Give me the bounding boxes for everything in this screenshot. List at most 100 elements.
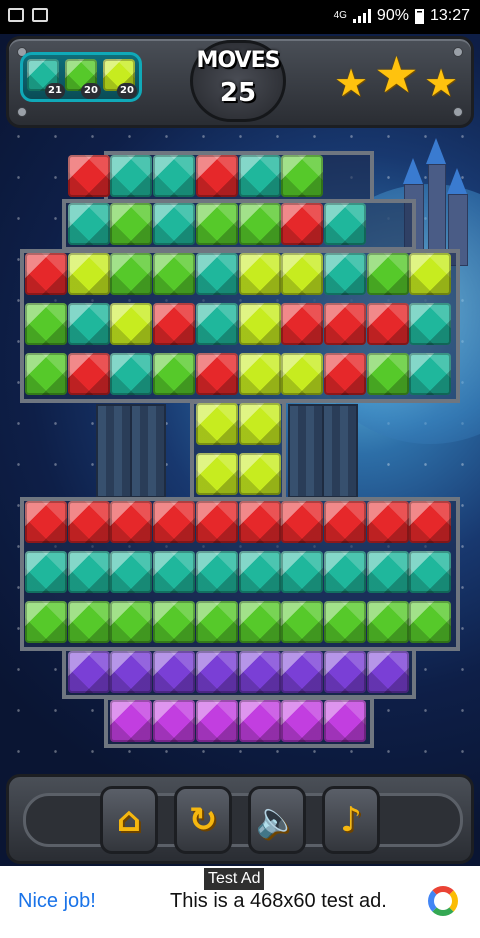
tile-red[interactable] bbox=[110, 501, 152, 543]
tile-green[interactable] bbox=[68, 601, 110, 643]
tile-red[interactable] bbox=[196, 501, 238, 543]
tile-teal[interactable] bbox=[110, 551, 152, 593]
tile-red[interactable] bbox=[196, 353, 238, 395]
tile-green[interactable] bbox=[367, 253, 409, 295]
tile-green[interactable] bbox=[153, 601, 195, 643]
music-button[interactable]: ♪ bbox=[322, 786, 380, 854]
tile-teal[interactable] bbox=[110, 353, 152, 395]
tile-teal[interactable] bbox=[153, 203, 195, 245]
tile-red[interactable] bbox=[68, 155, 110, 197]
tile-teal[interactable] bbox=[324, 551, 366, 593]
tile-green[interactable] bbox=[196, 203, 238, 245]
tile-red[interactable] bbox=[153, 501, 195, 543]
tile-green[interactable] bbox=[239, 203, 281, 245]
tile-lime[interactable] bbox=[239, 303, 281, 345]
ad-banner[interactable]: Test Ad Nice job! This is a 468x60 test … bbox=[0, 866, 480, 938]
tile-teal[interactable] bbox=[68, 551, 110, 593]
tile-red[interactable] bbox=[324, 501, 366, 543]
tile-lime[interactable] bbox=[196, 453, 238, 495]
tile-red[interactable] bbox=[25, 253, 67, 295]
tile-purple[interactable] bbox=[367, 651, 409, 693]
tile-red[interactable] bbox=[367, 303, 409, 345]
tile-magenta[interactable] bbox=[239, 700, 281, 742]
tile-green[interactable] bbox=[367, 353, 409, 395]
tile-red[interactable] bbox=[324, 303, 366, 345]
tile-purple[interactable] bbox=[281, 651, 323, 693]
ad-network-logo-icon[interactable] bbox=[428, 886, 458, 916]
tile-green[interactable] bbox=[110, 203, 152, 245]
tile-green[interactable] bbox=[281, 601, 323, 643]
tile-teal[interactable] bbox=[409, 551, 451, 593]
tile-red[interactable] bbox=[68, 353, 110, 395]
tile-teal[interactable] bbox=[367, 551, 409, 593]
ad-title[interactable]: Nice job! bbox=[18, 890, 96, 913]
tile-teal[interactable] bbox=[110, 155, 152, 197]
tile-teal[interactable] bbox=[68, 303, 110, 345]
tile-teal[interactable] bbox=[324, 253, 366, 295]
tile-lime[interactable] bbox=[110, 303, 152, 345]
tile-red[interactable] bbox=[409, 501, 451, 543]
tile-teal[interactable] bbox=[153, 155, 195, 197]
tile-teal[interactable] bbox=[196, 551, 238, 593]
tile-teal[interactable] bbox=[25, 551, 67, 593]
tile-lime[interactable] bbox=[239, 253, 281, 295]
tile-red[interactable] bbox=[68, 501, 110, 543]
tile-green[interactable] bbox=[367, 601, 409, 643]
tile-magenta[interactable] bbox=[153, 700, 195, 742]
tile-green[interactable] bbox=[110, 253, 152, 295]
tile-purple[interactable] bbox=[110, 651, 152, 693]
tile-green[interactable] bbox=[239, 601, 281, 643]
tile-red[interactable] bbox=[324, 353, 366, 395]
tile-lime[interactable] bbox=[281, 253, 323, 295]
tile-lime[interactable] bbox=[68, 253, 110, 295]
tile-lime[interactable] bbox=[239, 403, 281, 445]
tile-lime[interactable] bbox=[409, 253, 451, 295]
tile-teal[interactable] bbox=[239, 155, 281, 197]
tile-green[interactable] bbox=[196, 601, 238, 643]
tile-teal[interactable] bbox=[196, 253, 238, 295]
tile-teal[interactable] bbox=[68, 203, 110, 245]
tile-green[interactable] bbox=[153, 353, 195, 395]
tile-red[interactable] bbox=[239, 501, 281, 543]
tile-lime[interactable] bbox=[239, 453, 281, 495]
tile-red[interactable] bbox=[25, 501, 67, 543]
tile-red[interactable] bbox=[281, 303, 323, 345]
tile-teal[interactable] bbox=[239, 551, 281, 593]
tile-green[interactable] bbox=[25, 353, 67, 395]
tile-lime[interactable] bbox=[239, 353, 281, 395]
tile-magenta[interactable] bbox=[324, 700, 366, 742]
tile-purple[interactable] bbox=[196, 651, 238, 693]
tile-purple[interactable] bbox=[68, 651, 110, 693]
tile-lime[interactable] bbox=[281, 353, 323, 395]
tile-teal[interactable] bbox=[153, 551, 195, 593]
home-button[interactable]: ⌂ bbox=[100, 786, 158, 854]
tile-teal[interactable] bbox=[409, 353, 451, 395]
tile-red[interactable] bbox=[367, 501, 409, 543]
tile-purple[interactable] bbox=[153, 651, 195, 693]
tile-purple[interactable] bbox=[324, 651, 366, 693]
tile-green[interactable] bbox=[409, 601, 451, 643]
tile-green[interactable] bbox=[25, 303, 67, 345]
restart-button[interactable]: ↻ bbox=[174, 786, 232, 854]
tile-magenta[interactable] bbox=[281, 700, 323, 742]
tile-green[interactable] bbox=[324, 601, 366, 643]
tile-red[interactable] bbox=[196, 155, 238, 197]
tile-teal[interactable] bbox=[196, 303, 238, 345]
tile-red[interactable] bbox=[281, 203, 323, 245]
tile-magenta[interactable] bbox=[196, 700, 238, 742]
tile-magenta[interactable] bbox=[110, 700, 152, 742]
tile-green[interactable] bbox=[25, 601, 67, 643]
tile-green[interactable] bbox=[110, 601, 152, 643]
tile-green[interactable] bbox=[281, 155, 323, 197]
tile-red[interactable] bbox=[281, 501, 323, 543]
battery-icon bbox=[414, 8, 424, 24]
sound-button[interactable]: 🔈 bbox=[248, 786, 306, 854]
tile-teal[interactable] bbox=[324, 203, 366, 245]
tile-teal[interactable] bbox=[281, 551, 323, 593]
tile-green[interactable] bbox=[153, 253, 195, 295]
tile-purple[interactable] bbox=[239, 651, 281, 693]
tile-teal[interactable] bbox=[409, 303, 451, 345]
tile-red[interactable] bbox=[153, 303, 195, 345]
ad-tag: Test Ad bbox=[204, 868, 265, 890]
tile-lime[interactable] bbox=[196, 403, 238, 445]
